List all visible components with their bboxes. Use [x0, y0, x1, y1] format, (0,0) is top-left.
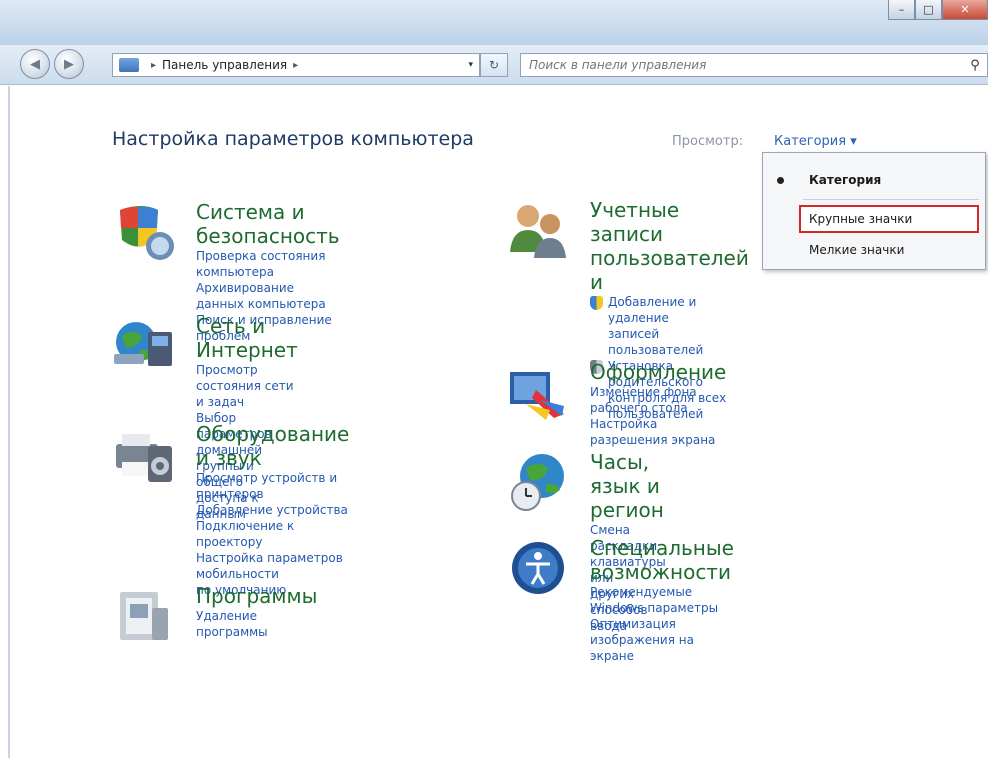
globe-clock-icon	[511, 454, 564, 511]
view-by-dropdown[interactable]: Категория ▾	[774, 134, 857, 149]
link-backup-computer[interactable]: Архивирование данных компьютера	[196, 280, 340, 312]
category-title-user-accounts[interactable]: Учетные записи	[590, 198, 749, 246]
link-recommended-settings[interactable]: Рекомендуемые Windows параметры	[590, 584, 734, 616]
breadcrumb-separator-end[interactable]: ▸	[293, 60, 298, 71]
selected-bullet-icon	[777, 177, 784, 184]
menu-item-category[interactable]: Категория	[763, 167, 985, 193]
menu-item-category-label: Категория	[809, 173, 882, 187]
breadcrumb-separator: ▸	[151, 59, 157, 71]
close-button[interactable]: ✕	[942, 0, 988, 20]
forward-button[interactable]: ▶	[54, 49, 84, 79]
link-screen-resolution[interactable]: Настройка разрешения экрана	[590, 416, 726, 448]
menu-item-small-icons-label: Мелкие значки	[809, 243, 905, 257]
uac-shield-icon	[590, 296, 603, 310]
programs-box-icon	[120, 592, 168, 640]
accessibility-icon	[512, 542, 564, 594]
category-title-system-security[interactable]: Система и безопасность	[196, 200, 340, 248]
navigation-bar: ◀ ▶ ▸ Панель управления ▸ ▾ ↻ ⚲	[0, 45, 988, 85]
search-input[interactable]	[521, 55, 963, 75]
link-optimize-display[interactable]: Оптимизация изображения на	[590, 616, 734, 648]
link-add-remove-accounts[interactable]: Добавление и удаление	[590, 294, 749, 326]
minimize-button[interactable]: –	[888, 0, 915, 20]
category-title-programs[interactable]: Программы	[196, 584, 317, 608]
link-change-background[interactable]: Изменение фона рабочего стола	[590, 384, 726, 416]
link-mobility-settings[interactable]: Настройка параметров мобильности	[196, 550, 349, 582]
link-optimize-display-cont[interactable]: экране	[590, 648, 734, 664]
shield-icon	[120, 206, 174, 260]
category-title-appearance[interactable]: Оформление	[590, 360, 726, 384]
search-box[interactable]: ⚲	[520, 53, 988, 77]
caption-buttons: – □ ✕	[888, 0, 988, 20]
view-by-menu: Категория Крупные значки Мелкие значки	[762, 152, 986, 270]
content-left-border	[8, 86, 10, 758]
refresh-icon: ↻	[488, 58, 500, 72]
link-text-add-remove: Добавление и удаление	[608, 295, 697, 325]
category-title-network-internet[interactable]: Сеть и Интернет	[196, 314, 298, 362]
control-panel-icon	[119, 58, 139, 72]
view-by-label: Просмотр:	[672, 134, 744, 149]
breadcrumb-control-panel[interactable]: Панель управления	[162, 58, 287, 72]
printer-speaker-icon	[116, 434, 172, 482]
link-add-remove-accounts-cont[interactable]: записей пользователей	[590, 326, 749, 358]
page-title: Настройка параметров компьютера	[112, 128, 474, 150]
address-bar[interactable]: ▸ Панель управления ▸ ▾	[112, 53, 480, 77]
user-accounts-icon	[510, 205, 566, 258]
link-uninstall-program[interactable]: Удаление программы	[196, 608, 317, 640]
network-globe-icon	[114, 322, 172, 366]
refresh-button[interactable]: ↻	[480, 53, 508, 77]
back-arrow-icon: ◀	[30, 56, 40, 72]
menu-item-large-icons[interactable]: Крупные значки	[763, 206, 985, 232]
link-connect-projector[interactable]: Подключение к проектору	[196, 518, 349, 550]
link-view-network-status[interactable]: Просмотр состояния сети и задач	[196, 362, 298, 410]
category-title-clock-region[interactable]: Часы, язык и регион	[590, 450, 666, 522]
link-view-devices-printers[interactable]: Просмотр устройств и принтеров	[196, 470, 349, 502]
maximize-button[interactable]: □	[915, 0, 942, 20]
back-button[interactable]: ◀	[20, 49, 50, 79]
menu-item-small-icons[interactable]: Мелкие значки	[763, 237, 985, 263]
link-add-device[interactable]: Добавление устройства	[196, 502, 349, 518]
link-check-computer-status[interactable]: Проверка состояния компьютера	[196, 248, 340, 280]
category-title-user-accounts-line2[interactable]: пользователей и	[590, 246, 749, 294]
forward-arrow-icon: ▶	[64, 56, 74, 72]
menu-separator	[803, 199, 979, 200]
category-title-hardware-sound[interactable]: Оборудование и звук	[196, 422, 349, 470]
appearance-icon	[510, 372, 564, 420]
menu-item-large-icons-label: Крупные значки	[809, 212, 913, 226]
category-title-ease-of-access[interactable]: Специальные возможности	[590, 536, 734, 584]
address-dropdown-icon[interactable]: ▾	[468, 60, 473, 70]
window-titlebar: – □ ✕	[0, 0, 988, 45]
search-icon[interactable]: ⚲	[963, 58, 987, 73]
